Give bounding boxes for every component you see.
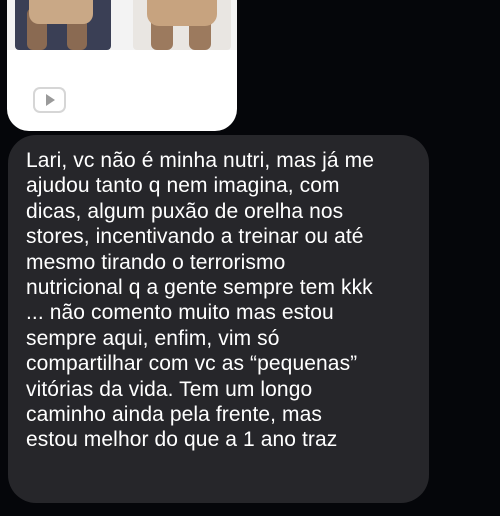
photo-thumbnail xyxy=(133,0,231,50)
message-line: compartilhar com vc as “pequenas” xyxy=(26,352,358,376)
media-thumbnails xyxy=(7,0,237,50)
message-line: Lari, vc não é minha nutri, mas já me xyxy=(26,149,375,172)
photo-shorts xyxy=(147,0,217,26)
message-line: ajudou tanto q nem imagina, com xyxy=(26,174,340,198)
message-line: mesmo tirando o terrorismo xyxy=(26,250,286,274)
message-line: nutricional q a gente sempre tem kkk xyxy=(26,276,373,300)
message-line: estou melhor do que a 1 ano traz xyxy=(26,428,338,452)
photo-shorts xyxy=(29,0,93,24)
play-triangle-icon xyxy=(46,94,55,106)
photo-thumbnail xyxy=(15,0,111,50)
message-line: dicas, algum puxão de orelha nos xyxy=(26,199,344,223)
message-line: vitórias da vida. Tem um longo xyxy=(26,377,313,401)
message-line: sempre aqui, enfim, vim só xyxy=(26,326,280,350)
message-line: caminho ainda pela frente, mas xyxy=(26,403,323,427)
message-text: Lari, vc não é minha nutri, mas já me aj… xyxy=(26,148,426,453)
message-line: ... não comento muito mas estou xyxy=(26,301,334,325)
play-video-icon[interactable] xyxy=(33,87,66,113)
shared-media-card[interactable] xyxy=(7,0,237,131)
message-line: stores, incentivando a treinar ou até xyxy=(26,225,364,249)
